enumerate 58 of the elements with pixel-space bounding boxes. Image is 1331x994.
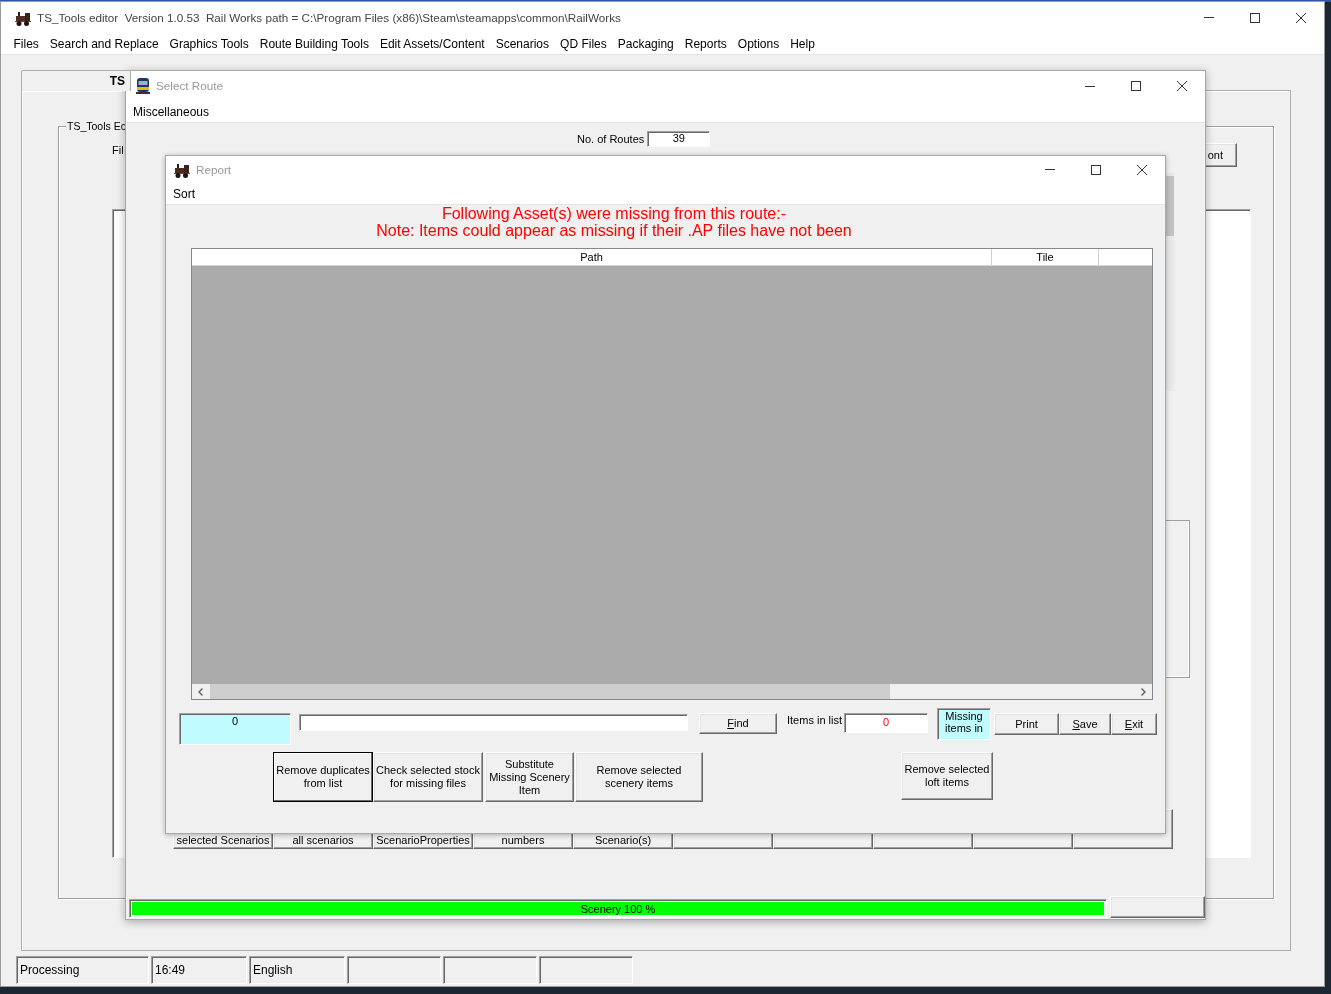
menu-item[interactable]: Files bbox=[8, 36, 45, 51]
window-title: Report bbox=[196, 162, 232, 177]
routes-count-field[interactable]: 39 bbox=[647, 131, 711, 147]
find-button[interactable]: Find bbox=[699, 713, 777, 734]
field-label: Fil bbox=[112, 144, 124, 157]
menu-item[interactable]: Search and Replace bbox=[44, 36, 165, 51]
menu-item[interactable]: Graphics Tools bbox=[164, 36, 255, 51]
tool-button[interactable]: Substitute Missing Scenery Item bbox=[485, 752, 574, 802]
group-box-label: TS_Tools Ec bbox=[66, 120, 127, 133]
maximize-icon bbox=[1250, 12, 1260, 23]
menu-item[interactable]: Reports bbox=[679, 36, 733, 51]
locomotive-icon bbox=[174, 161, 190, 178]
chevron-right-icon bbox=[1141, 687, 1146, 696]
progress-label: Scenery 100 % bbox=[579, 903, 657, 916]
chevron-left-icon bbox=[198, 687, 203, 696]
minimize-icon bbox=[1085, 85, 1095, 87]
tool-button[interactable]: Remove selected loft items bbox=[901, 752, 993, 800]
menu-item[interactable]: Miscellaneous bbox=[126, 104, 217, 119]
items-count-field[interactable]: 0 bbox=[844, 713, 928, 733]
maximize-icon bbox=[1091, 164, 1101, 175]
routes-count-label: No. of Routes bbox=[577, 132, 645, 146]
scrollbar-thumb[interactable] bbox=[210, 684, 890, 699]
window-title: TS_Tools editor Version 1.0.53 Rail Works path = C:\Program Files (x86)\Steam\steamapps\common\RailWorks bbox=[37, 10, 621, 25]
menu-item[interactable]: Scenarios bbox=[490, 36, 555, 51]
exit-button[interactable]: Exit bbox=[1111, 713, 1157, 735]
tool-button[interactable]: Check selected stock for missing files bbox=[373, 752, 483, 802]
train-front-icon bbox=[136, 78, 150, 94]
status-cell: Processing bbox=[16, 956, 149, 984]
tool-button[interactable]: Remove duplicates from list bbox=[273, 752, 373, 802]
maximize-icon bbox=[1131, 81, 1141, 91]
minimize-icon bbox=[1204, 17, 1214, 18]
warning-text: Following Asset(s) were missing from this route:- bbox=[440, 205, 788, 222]
minimize-icon bbox=[1045, 169, 1055, 170]
close-icon bbox=[1296, 12, 1306, 23]
menu-item[interactable]: QD Files bbox=[554, 36, 613, 51]
status-cell: 16:49 bbox=[151, 956, 247, 984]
menu-item[interactable]: Packaging bbox=[612, 36, 680, 51]
menu-item[interactable]: Edit Assets/Content bbox=[374, 36, 491, 51]
close-icon bbox=[1137, 164, 1147, 175]
print-button[interactable]: Print bbox=[994, 713, 1059, 735]
items-in-list-label: Items in list bbox=[787, 714, 843, 727]
missing-items-indicator: Missing items in bbox=[937, 708, 991, 740]
menu-item[interactable]: Help bbox=[784, 36, 821, 51]
window-title: Select Route bbox=[156, 79, 223, 93]
locomotive-icon bbox=[15, 9, 31, 26]
menu-item[interactable]: Options bbox=[732, 36, 785, 51]
tool-button[interactable]: Remove selected scenery items bbox=[575, 752, 703, 802]
status-cell: English bbox=[249, 956, 345, 984]
menu-item[interactable]: Route Building Tools bbox=[254, 36, 375, 51]
column-header[interactable]: Path bbox=[192, 249, 992, 265]
close-icon bbox=[1177, 81, 1187, 91]
tab[interactable]: TS bbox=[21, 70, 131, 91]
count-display: 0 bbox=[179, 713, 291, 745]
save-button[interactable]: Save bbox=[1059, 713, 1111, 735]
column-header[interactable]: Tile bbox=[992, 249, 1099, 265]
menu-item[interactable]: Sort bbox=[166, 186, 202, 201]
warning-text: Note: Items could appear as missing if their .AP files have not been bbox=[375, 222, 853, 239]
search-field[interactable] bbox=[299, 714, 688, 731]
